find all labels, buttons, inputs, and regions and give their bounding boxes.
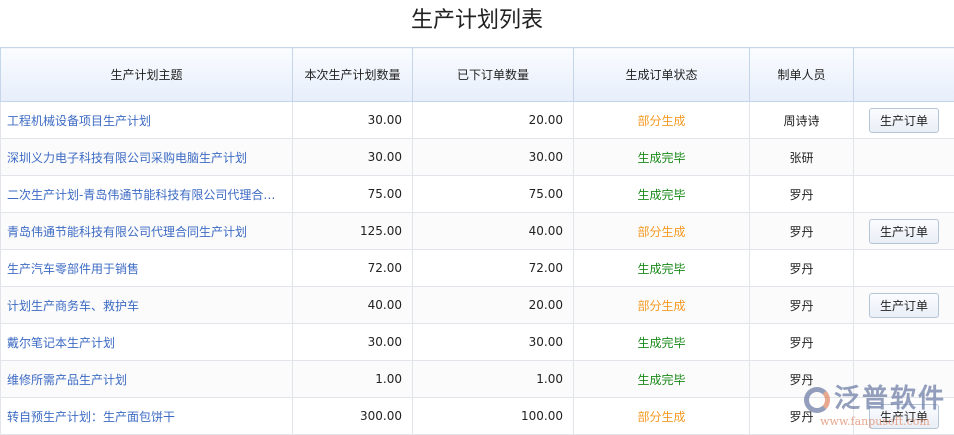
plan-subject-link[interactable]: 二次生产计划-青岛伟通节能科技有限公司代理合同生产计划 [1,176,293,213]
ordered-qty-cell: 20.00 [413,287,574,324]
column-header-subject[interactable]: 生产计划主题 [1,48,293,102]
plan-qty-cell: 30.00 [293,324,413,361]
action-cell [854,250,954,287]
plan-qty-cell: 125.00 [293,213,413,250]
table-row: 生产汽车零部件用于销售 72.00 72.00 生成完毕 罗丹 [1,250,954,287]
status-cell: 生成完毕 [574,176,750,213]
column-header-status[interactable]: 生成订单状态 [574,48,750,102]
status-cell: 生成完毕 [574,139,750,176]
creator-cell: 张研 [750,139,854,176]
plan-qty-cell: 40.00 [293,287,413,324]
table-row: 青岛伟通节能科技有限公司代理合同生产计划 125.00 40.00 部分生成 罗… [1,213,954,250]
ordered-qty-cell: 75.00 [413,176,574,213]
column-header-plan-qty[interactable]: 本次生产计划数量 [293,48,413,102]
creator-cell: 罗丹 [750,361,854,398]
production-plan-table: 生产计划主题 本次生产计划数量 已下订单数量 生成订单状态 制单人员 工程机械设… [0,47,954,435]
action-cell: 生产订单 [854,102,954,139]
table-row: 二次生产计划-青岛伟通节能科技有限公司代理合同生产计划 75.00 75.00 … [1,176,954,213]
plan-qty-cell: 75.00 [293,176,413,213]
page-title: 生产计划列表 [0,0,954,47]
status-cell: 生成完毕 [574,361,750,398]
ordered-qty-cell: 30.00 [413,139,574,176]
table-row: 维修所需产品生产计划 1.00 1.00 生成完毕 罗丹 [1,361,954,398]
plan-qty-cell: 30.00 [293,102,413,139]
create-order-button[interactable]: 生产订单 [869,404,939,429]
ordered-qty-cell: 72.00 [413,250,574,287]
status-cell: 部分生成 [574,102,750,139]
creator-cell: 罗丹 [750,213,854,250]
status-cell: 部分生成 [574,213,750,250]
creator-cell: 罗丹 [750,398,854,435]
plan-subject-link[interactable]: 计划生产商务车、救护车 [1,287,293,324]
plan-subject-link[interactable]: 生产汽车零部件用于销售 [1,250,293,287]
plan-subject-link[interactable]: 维修所需产品生产计划 [1,361,293,398]
plan-subject-link[interactable]: 戴尔笔记本生产计划 [1,324,293,361]
create-order-button[interactable]: 生产订单 [869,293,939,318]
ordered-qty-cell: 20.00 [413,102,574,139]
creator-cell: 罗丹 [750,176,854,213]
creator-cell: 罗丹 [750,250,854,287]
action-cell: 生产订单 [854,213,954,250]
plan-subject-link[interactable]: 深圳义力电子科技有限公司采购电脑生产计划 [1,139,293,176]
create-order-button[interactable]: 生产订单 [869,108,939,133]
ordered-qty-cell: 30.00 [413,324,574,361]
action-cell: 生产订单 [854,287,954,324]
plan-subject-link[interactable]: 转自预生产计划：生产面包饼干 [1,398,293,435]
plan-subject-link[interactable]: 工程机械设备项目生产计划 [1,102,293,139]
plan-qty-cell: 30.00 [293,139,413,176]
status-cell: 部分生成 [574,287,750,324]
column-header-creator[interactable]: 制单人员 [750,48,854,102]
ordered-qty-cell: 100.00 [413,398,574,435]
table-header: 生产计划主题 本次生产计划数量 已下订单数量 生成订单状态 制单人员 [1,48,954,102]
creator-cell: 周诗诗 [750,102,854,139]
create-order-button[interactable]: 生产订单 [869,219,939,244]
table-row: 转自预生产计划：生产面包饼干 300.00 100.00 部分生成 罗丹 生产订… [1,398,954,435]
action-cell [854,361,954,398]
creator-cell: 罗丹 [750,287,854,324]
action-cell: 生产订单 [854,398,954,435]
table-row: 工程机械设备项目生产计划 30.00 20.00 部分生成 周诗诗 生产订单 [1,102,954,139]
status-cell: 生成完毕 [574,324,750,361]
column-header-ordered-qty[interactable]: 已下订单数量 [413,48,574,102]
table-row: 深圳义力电子科技有限公司采购电脑生产计划 30.00 30.00 生成完毕 张研 [1,139,954,176]
creator-cell: 罗丹 [750,324,854,361]
action-cell [854,176,954,213]
table-row: 戴尔笔记本生产计划 30.00 30.00 生成完毕 罗丹 [1,324,954,361]
ordered-qty-cell: 1.00 [413,361,574,398]
plan-qty-cell: 300.00 [293,398,413,435]
column-header-action [854,48,954,102]
ordered-qty-cell: 40.00 [413,213,574,250]
plan-qty-cell: 1.00 [293,361,413,398]
plan-qty-cell: 72.00 [293,250,413,287]
plan-subject-link[interactable]: 青岛伟通节能科技有限公司代理合同生产计划 [1,213,293,250]
status-cell: 部分生成 [574,398,750,435]
action-cell [854,324,954,361]
status-cell: 生成完毕 [574,250,750,287]
table-row: 计划生产商务车、救护车 40.00 20.00 部分生成 罗丹 生产订单 [1,287,954,324]
action-cell [854,139,954,176]
